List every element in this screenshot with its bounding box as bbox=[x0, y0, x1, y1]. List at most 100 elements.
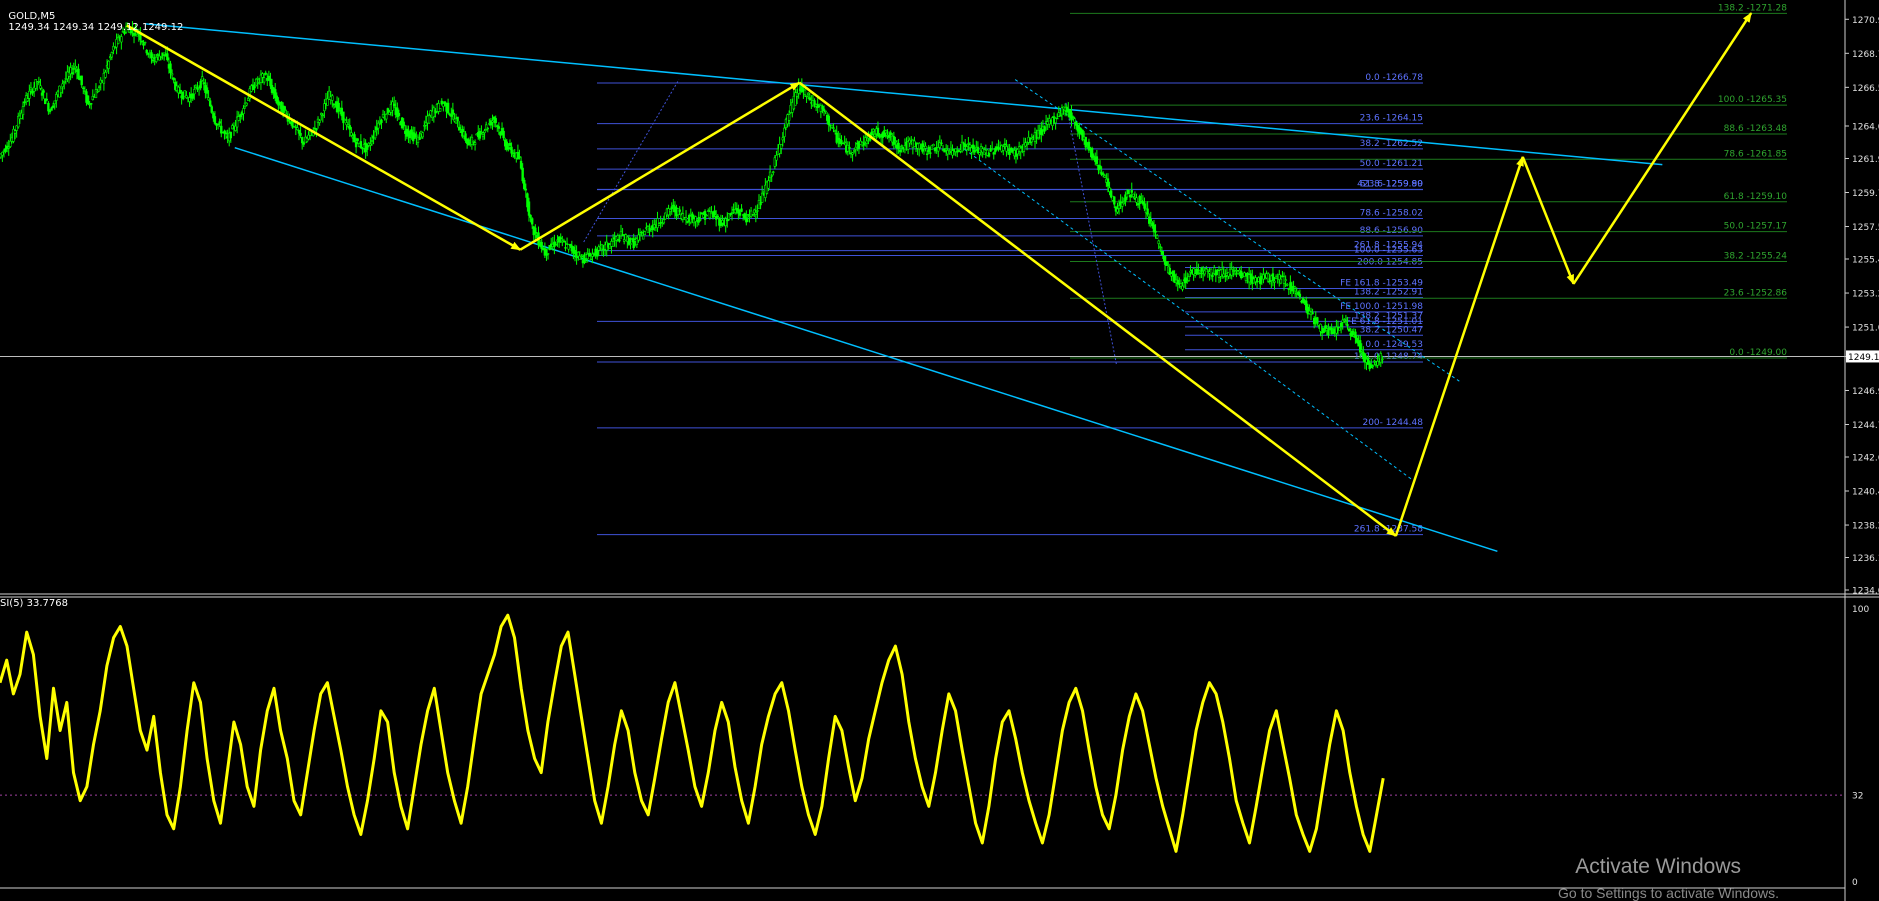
fib-green-label: 0.0 -1249.00 bbox=[1729, 348, 1787, 358]
candle-body bbox=[523, 179, 526, 190]
price-tick-label: 1238.2 bbox=[1852, 522, 1879, 532]
fib-level-label: 23.6 -1264.15 bbox=[1360, 114, 1423, 124]
rsi-tick-label: 0 bbox=[1852, 878, 1858, 888]
candle-body bbox=[1279, 278, 1283, 284]
candle-body bbox=[897, 142, 900, 150]
candle-body bbox=[759, 202, 762, 206]
rsi-line bbox=[0, 613, 1385, 853]
fib-level-label: 100.0 -1255.63 bbox=[1354, 245, 1423, 255]
candle-body bbox=[707, 210, 710, 212]
price-tick-label: 1257.5 bbox=[1852, 223, 1879, 233]
candle-body bbox=[1141, 201, 1145, 205]
candle-body bbox=[559, 237, 562, 240]
candle-body bbox=[1127, 190, 1130, 195]
candle-body bbox=[833, 130, 837, 132]
candle-body bbox=[925, 153, 929, 155]
candle-body bbox=[973, 149, 976, 153]
candle-body bbox=[53, 100, 56, 105]
candle-body bbox=[1203, 270, 1206, 275]
candle-body bbox=[840, 140, 843, 143]
candle-body bbox=[297, 129, 301, 134]
price-tick-label: 1270.9 bbox=[1852, 16, 1879, 26]
candle-body bbox=[315, 128, 318, 131]
candle-body bbox=[7, 146, 10, 149]
candle-body bbox=[397, 113, 401, 117]
fib-green-label: 23.6 -1252.86 bbox=[1724, 288, 1788, 298]
candle-body bbox=[992, 152, 995, 155]
candle-body bbox=[1152, 224, 1156, 233]
candle-body bbox=[318, 120, 321, 123]
candle-body bbox=[749, 210, 753, 218]
candle-body bbox=[1146, 208, 1149, 215]
candle-body bbox=[300, 137, 304, 144]
candle-body bbox=[96, 91, 99, 93]
candle-body bbox=[730, 212, 734, 214]
candle-body bbox=[28, 90, 31, 99]
candle-body bbox=[307, 134, 310, 140]
fib-green-label: 138.2 -1271.28 bbox=[1718, 3, 1787, 13]
candle-body bbox=[120, 36, 123, 43]
candle-body bbox=[1043, 126, 1046, 132]
fib-level-label: 0.0 -1249.53 bbox=[1365, 340, 1423, 350]
candle-body bbox=[1008, 149, 1011, 156]
indicator-label: SI(5) 33.7768 bbox=[0, 598, 68, 609]
candle-body bbox=[884, 130, 888, 134]
fib-anchor-dashed-2 bbox=[1065, 102, 1118, 366]
candle-body bbox=[51, 105, 55, 108]
candle-body bbox=[832, 127, 835, 129]
candle-body bbox=[721, 220, 724, 224]
candle-body bbox=[26, 98, 29, 102]
candle-body bbox=[13, 130, 17, 134]
candle-body bbox=[354, 141, 358, 148]
candle-body bbox=[21, 106, 25, 116]
candle-body bbox=[1311, 312, 1314, 315]
candle-body bbox=[892, 136, 896, 145]
candle-body bbox=[1346, 324, 1349, 327]
candle-body bbox=[142, 43, 145, 46]
candle-body bbox=[283, 106, 286, 111]
candle-body bbox=[421, 132, 424, 138]
candle-body bbox=[878, 134, 881, 137]
candle-body bbox=[987, 152, 991, 157]
swing-arrow bbox=[1521, 156, 1575, 285]
price-tick-label: 1244.7 bbox=[1852, 421, 1879, 431]
fib-level-label: 38.2 -1262.52 bbox=[1360, 139, 1423, 149]
price-tick-label: 1236.1 bbox=[1852, 554, 1879, 564]
candle-body bbox=[70, 72, 74, 75]
candle-body bbox=[767, 180, 770, 189]
candle-body bbox=[254, 78, 258, 86]
candle-body bbox=[629, 243, 632, 245]
candle-body bbox=[456, 116, 459, 122]
candle-body bbox=[1287, 287, 1290, 290]
candle-body bbox=[207, 97, 210, 101]
candle-body bbox=[1344, 320, 1348, 323]
candle-body bbox=[1354, 331, 1357, 339]
candle-body bbox=[205, 87, 209, 94]
candle-body bbox=[256, 82, 259, 84]
candle-body bbox=[894, 140, 897, 143]
candle-body bbox=[1092, 155, 1095, 158]
candle-body bbox=[1259, 277, 1262, 284]
candle-body bbox=[1376, 360, 1379, 366]
candle-body bbox=[94, 89, 98, 99]
candle-body bbox=[1159, 246, 1162, 248]
candle-body bbox=[1132, 193, 1135, 197]
candle-body bbox=[470, 136, 474, 145]
candle-body bbox=[611, 241, 615, 247]
candle-body bbox=[1319, 323, 1322, 332]
candle-body bbox=[1286, 284, 1289, 286]
price-tick-label: 1259.7 bbox=[1852, 189, 1879, 199]
channel-dashed-line-2 bbox=[964, 148, 1416, 483]
candle-body bbox=[1073, 118, 1076, 123]
candle-body bbox=[944, 148, 948, 151]
candle-body bbox=[45, 98, 48, 101]
candle-body bbox=[156, 54, 160, 56]
candle-body bbox=[1143, 203, 1146, 209]
candle-body bbox=[1339, 322, 1343, 327]
candle-body bbox=[345, 122, 348, 126]
candle-body bbox=[642, 235, 645, 240]
candle-body bbox=[1019, 148, 1022, 153]
candle-body bbox=[392, 103, 396, 107]
candle-body bbox=[502, 130, 505, 139]
candle-body bbox=[1360, 349, 1363, 352]
